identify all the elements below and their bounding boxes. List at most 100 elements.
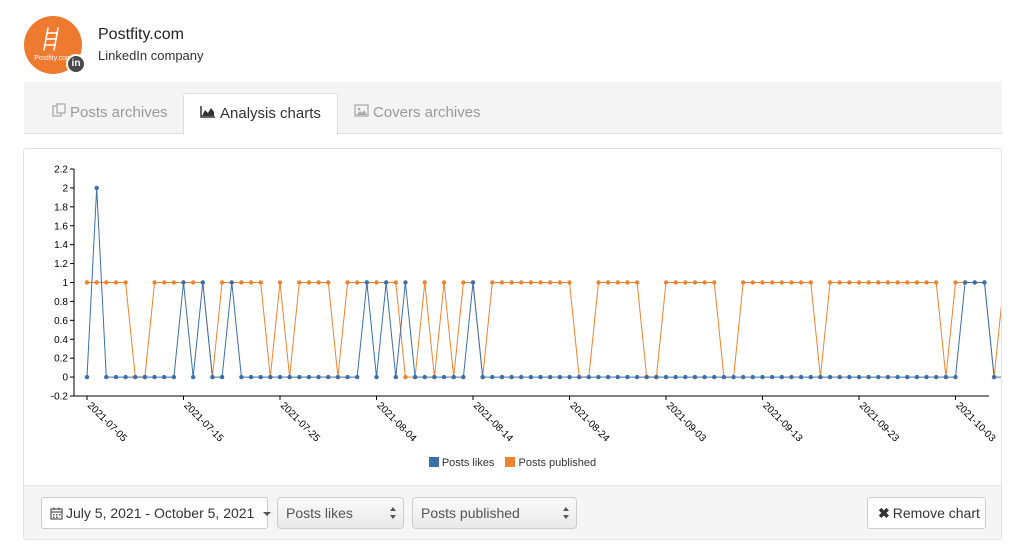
- y-tick-label: -0.2: [51, 392, 69, 403]
- data-point: [885, 280, 891, 285]
- data-point: [943, 374, 949, 380]
- y-tick-label: 1.2: [54, 259, 68, 270]
- chart-panel: 2.2 2 1.8 1.6 1.4 1.2 1 0.8 0.6 0.4 0.2 0 -0.2 2021-0…: [23, 148, 1024, 540]
- data-point: [538, 374, 543, 380]
- data-point: [605, 374, 611, 380]
- x-tick-label: 2021-09-03: [664, 400, 708, 444]
- data-point: [248, 374, 254, 380]
- remove-chart-button[interactable]: ✖ Remove chart: [867, 497, 986, 529]
- tab-label: Posts archives: [70, 104, 168, 121]
- data-point: [692, 280, 698, 285]
- data-point: [673, 280, 678, 285]
- y-tick-label: 0: [62, 373, 68, 384]
- data-point: [480, 374, 485, 380]
- data-point: [798, 280, 804, 285]
- data-point: [741, 374, 746, 380]
- data-point: [982, 280, 987, 285]
- date-range-picker[interactable]: July 5, 2021 - October 5, 2021: [41, 497, 272, 530]
- image-icon: [354, 93, 369, 133]
- x-tick-label: 2021-07-15: [181, 400, 225, 444]
- x-tick-label: 2021-08-04: [374, 400, 418, 444]
- metric-select-1[interactable]: Posts likes: [277, 497, 404, 529]
- x-tick-label: 2021-09-23: [857, 400, 901, 444]
- data-point: [750, 374, 756, 380]
- data-point: [750, 280, 756, 285]
- data-point: [316, 374, 321, 380]
- data-point: [789, 280, 794, 285]
- data-point: [509, 374, 514, 380]
- data-point: [663, 280, 669, 285]
- data-point: [162, 374, 167, 380]
- data-point: [856, 374, 862, 380]
- data-point: [248, 280, 254, 285]
- data-point: [528, 280, 534, 285]
- series-line: [87, 282, 1024, 378]
- legend-item-likes[interactable]: Posts likes: [428, 457, 494, 469]
- tab-posts-archives[interactable]: Posts archives: [36, 93, 184, 134]
- data-point: [914, 374, 920, 380]
- company-name: Postfity.com: [98, 26, 184, 43]
- data-point: [644, 374, 649, 380]
- data-point: [200, 280, 205, 285]
- data-point: [953, 374, 958, 380]
- data-point: [355, 374, 360, 380]
- select-arrows-icon: [390, 507, 396, 519]
- x-tick-label: 2021-09-13: [760, 400, 804, 444]
- data-point: [962, 280, 968, 285]
- data-point: [548, 280, 553, 285]
- calendar-icon: [50, 500, 63, 530]
- data-point: [383, 280, 389, 285]
- data-point: [355, 280, 360, 285]
- data-point: [519, 280, 524, 285]
- data-point: [885, 374, 891, 380]
- data-point: [625, 280, 630, 285]
- tab-label: Analysis charts: [220, 105, 321, 122]
- metric-select-2[interactable]: Posts published: [412, 497, 577, 529]
- data-point: [634, 374, 640, 380]
- data-point: [827, 280, 833, 285]
- data-point: [837, 280, 842, 285]
- data-point: [876, 374, 881, 380]
- data-point: [258, 374, 263, 380]
- data-point: [113, 280, 119, 285]
- data-point: [615, 280, 620, 285]
- data-point: [866, 374, 871, 380]
- chart-legend: Posts likes Posts published: [24, 457, 1001, 469]
- data-point: [306, 374, 312, 380]
- x-tick-label: 2021-07-05: [85, 400, 129, 444]
- data-point: [393, 374, 398, 380]
- data-point: [219, 374, 225, 380]
- data-point: [731, 374, 736, 380]
- data-point: [934, 280, 939, 285]
- data-point: [895, 374, 900, 380]
- data-point: [528, 374, 534, 380]
- data-point: [403, 374, 408, 380]
- data-point: [461, 280, 466, 285]
- data-point: [326, 280, 331, 285]
- data-point: [847, 374, 852, 380]
- data-point: [625, 374, 630, 380]
- data-point: [258, 280, 263, 285]
- data-point: [586, 374, 591, 380]
- data-point: [683, 374, 688, 380]
- data-point: [104, 280, 109, 285]
- data-point: [277, 280, 283, 285]
- data-point: [490, 280, 495, 285]
- data-point: [663, 374, 669, 380]
- data-point: [84, 280, 90, 285]
- data-point: [519, 374, 524, 380]
- data-point: [702, 280, 707, 285]
- tab-analysis-charts[interactable]: Analysis charts: [183, 93, 338, 135]
- y-tick-label: 0.6: [54, 316, 68, 327]
- data-point: [104, 374, 109, 380]
- legend-item-published[interactable]: Posts published: [505, 457, 596, 469]
- y-tick-label: 1.4: [54, 240, 68, 251]
- data-point: [847, 280, 852, 285]
- data-point: [412, 374, 418, 380]
- data-point: [837, 374, 842, 380]
- tab-covers-archives[interactable]: Covers archives: [338, 93, 497, 134]
- linkedin-badge-icon: in: [66, 54, 86, 74]
- ladder-logo-icon: [43, 27, 59, 51]
- data-point: [548, 374, 553, 380]
- data-point: [509, 280, 514, 285]
